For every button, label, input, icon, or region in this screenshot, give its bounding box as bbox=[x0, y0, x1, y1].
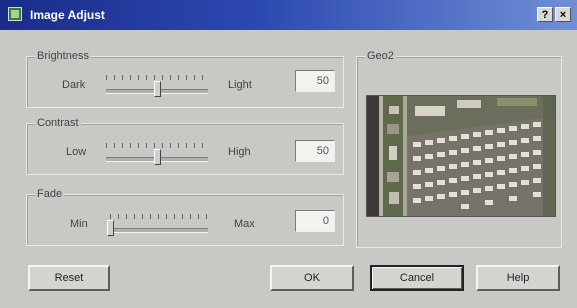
brightness-min-label: Dark bbox=[62, 79, 86, 91]
preview-label: Geo2 bbox=[365, 50, 396, 62]
slider-ticks bbox=[106, 75, 208, 80]
fade-slider[interactable] bbox=[107, 211, 208, 237]
slider-ticks bbox=[110, 214, 208, 219]
contrast-max-label: High bbox=[228, 146, 251, 158]
brightness-slider[interactable] bbox=[106, 72, 208, 98]
cancel-button[interactable]: Cancel bbox=[370, 265, 464, 291]
fade-label: Fade bbox=[35, 188, 65, 200]
slider-thumb[interactable] bbox=[154, 81, 161, 97]
brightness-value-field[interactable]: 50 bbox=[295, 70, 335, 92]
brightness-label: Brightness bbox=[35, 50, 91, 62]
slider-ticks bbox=[106, 143, 208, 148]
contrast-value-field[interactable]: 50 bbox=[295, 140, 335, 162]
help-button[interactable]: Help bbox=[476, 265, 560, 291]
title-bar[interactable]: Image Adjust ? × bbox=[0, 0, 577, 30]
contrast-min-label: Low bbox=[66, 146, 87, 158]
preview-image bbox=[366, 95, 556, 217]
ok-button[interactable]: OK bbox=[270, 265, 354, 291]
aerial-photo bbox=[367, 96, 555, 216]
slider-track bbox=[110, 228, 208, 233]
contrast-label: Contrast bbox=[35, 117, 81, 129]
fade-value-field[interactable]: 0 bbox=[295, 210, 335, 232]
slider-thumb[interactable] bbox=[154, 149, 161, 165]
fade-max-label: Max bbox=[234, 218, 255, 230]
image-app-icon bbox=[8, 7, 22, 21]
fade-min-label: Min bbox=[70, 218, 88, 230]
window-title: Image Adjust bbox=[30, 8, 105, 22]
slider-thumb[interactable] bbox=[107, 220, 114, 236]
contrast-slider[interactable] bbox=[106, 140, 208, 166]
help-icon[interactable]: ? bbox=[537, 7, 553, 22]
reset-button[interactable]: Reset bbox=[28, 265, 110, 291]
close-icon[interactable]: × bbox=[555, 7, 571, 22]
brightness-max-label: Light bbox=[228, 79, 252, 91]
